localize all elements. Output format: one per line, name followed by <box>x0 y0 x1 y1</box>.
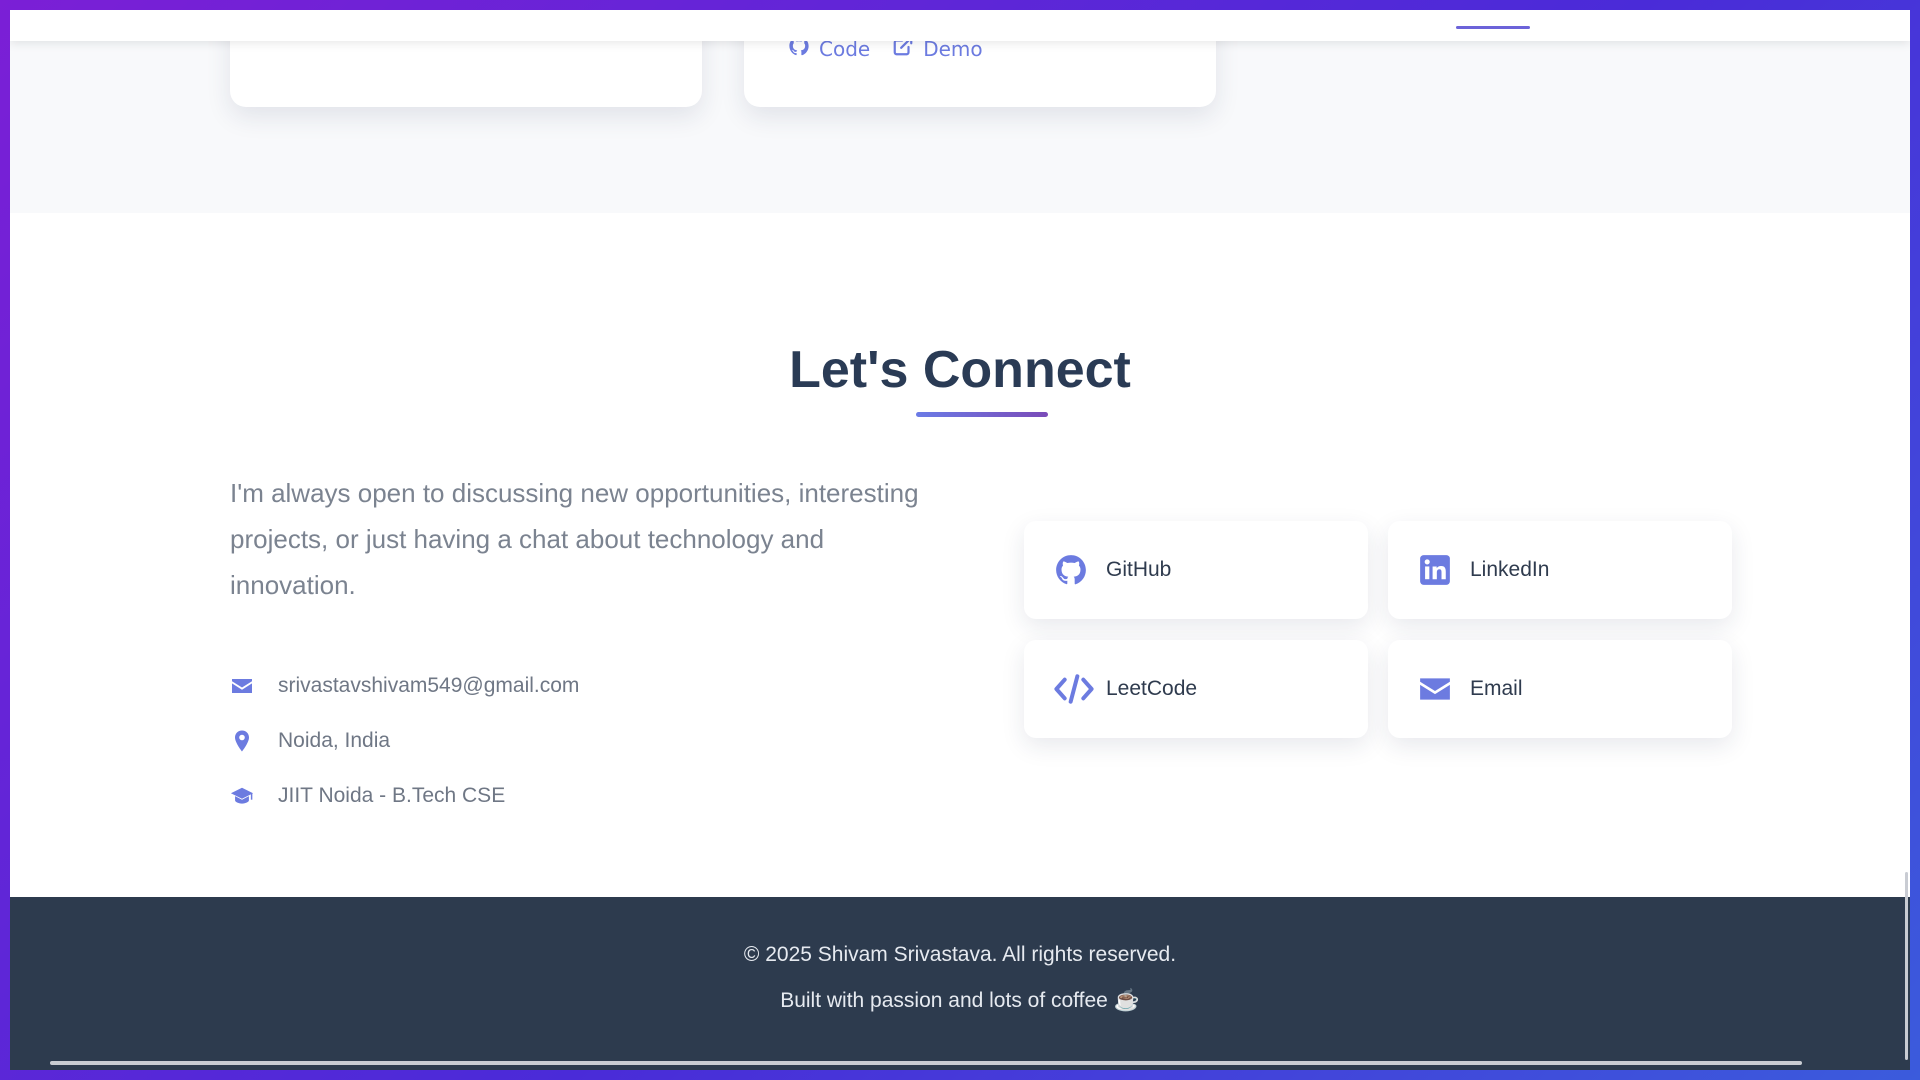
footer-tagline: Built with passion and lots of coffee ☕ <box>780 989 1140 1012</box>
envelope-icon <box>230 674 258 698</box>
browser-viewport: Code Demo Let's Connect I'm always open … <box>10 10 1910 1070</box>
graduation-cap-icon <box>230 784 258 808</box>
email-link-card[interactable]: Email <box>1388 640 1732 738</box>
contact-location: Noida, India <box>230 713 579 768</box>
location-pin-icon <box>230 729 258 753</box>
footer-copyright: © 2025 Shivam Srivastava. All rights res… <box>743 943 1177 966</box>
title-underline <box>916 412 1048 417</box>
footer: © 2025 Shivam Srivastava. All rights res… <box>10 897 1910 1070</box>
contact-education: JIIT Noida - B.Tech CSE <box>230 768 579 823</box>
navbar <box>10 10 1910 41</box>
leetcode-label: LeetCode <box>1106 677 1198 700</box>
github-link-card[interactable]: GitHub <box>1024 521 1368 619</box>
github-label: GitHub <box>1106 558 1172 581</box>
leetcode-link-card[interactable]: LeetCode <box>1024 640 1368 738</box>
linkedin-link-card[interactable]: LinkedIn <box>1388 521 1732 619</box>
connect-intro-text: I'm always open to discussing new opport… <box>230 478 919 600</box>
contact-email: srivastavshivam549@gmail.com <box>230 658 579 713</box>
active-nav-indicator <box>1456 26 1530 29</box>
code-icon <box>1054 669 1094 709</box>
contact-education-text: JIIT Noida - B.Tech CSE <box>278 783 506 807</box>
linkedin-label: LinkedIn <box>1470 558 1550 581</box>
envelope-icon <box>1418 669 1458 709</box>
section-title: Let's Connect <box>789 341 1131 399</box>
vertical-scrollbar[interactable] <box>1905 872 1908 1060</box>
horizontal-scrollbar[interactable] <box>50 1061 1802 1065</box>
contact-location-text: Noida, India <box>278 728 391 752</box>
contact-info-list: srivastavshivam549@gmail.com Noida, Indi… <box>230 658 579 823</box>
email-label: Email <box>1470 677 1523 700</box>
github-icon <box>1054 550 1094 590</box>
linkedin-icon <box>1418 550 1458 590</box>
contact-email-text: srivastavshivam549@gmail.com <box>278 673 580 697</box>
